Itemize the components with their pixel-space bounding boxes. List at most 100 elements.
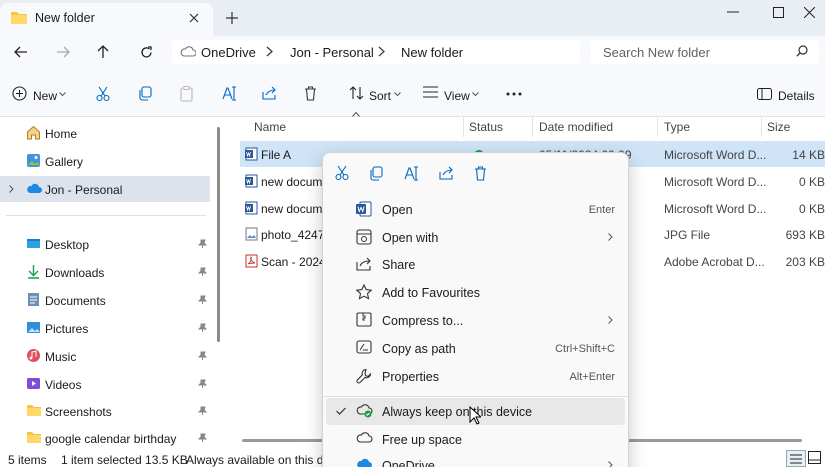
folder-icon bbox=[26, 430, 42, 444]
nav-item-label: Desktop bbox=[45, 238, 90, 252]
nav-item-jon-personal[interactable]: Jon - Personal bbox=[0, 176, 210, 202]
close-icon[interactable] bbox=[186, 10, 202, 26]
nav-item-label: Pictures bbox=[45, 322, 89, 336]
tiles-view-icon[interactable] bbox=[808, 451, 821, 464]
column-type[interactable]: Type bbox=[664, 120, 690, 134]
nav-item-label: Documents bbox=[45, 294, 106, 308]
file-name: photo_42477 bbox=[261, 228, 332, 242]
nav-item-google-calendar-birthday[interactable]: google calendar birthday bbox=[0, 425, 210, 451]
nav-item-label: Jon - Personal bbox=[45, 183, 123, 197]
file-name: new docume bbox=[261, 202, 330, 216]
nav-item-screenshots[interactable]: Screenshots bbox=[0, 398, 210, 424]
new-button[interactable]: New bbox=[33, 89, 57, 103]
tab-new-folder[interactable] bbox=[0, 3, 213, 36]
pin-icon[interactable] bbox=[198, 323, 207, 332]
rename-icon[interactable] bbox=[400, 164, 422, 182]
more-options-icon[interactable] bbox=[506, 92, 522, 96]
pin-icon[interactable] bbox=[198, 379, 207, 388]
sort-button[interactable]: Sort bbox=[369, 89, 391, 103]
menu-item-properties[interactable]: Properties Alt+Enter bbox=[326, 363, 625, 390]
close-icon[interactable] bbox=[797, 2, 821, 22]
cut-icon[interactable] bbox=[96, 86, 110, 102]
nav-item-pictures[interactable]: Pictures bbox=[0, 315, 210, 341]
menu-item-share[interactable]: Share bbox=[326, 251, 625, 278]
share-icon bbox=[356, 256, 372, 271]
column-date-modified[interactable]: Date modified bbox=[539, 120, 613, 134]
share-icon[interactable] bbox=[435, 164, 457, 182]
details-button[interactable]: Details bbox=[778, 89, 815, 103]
nav-item-downloads[interactable]: Downloads bbox=[0, 259, 210, 285]
nav-item-desktop[interactable]: Desktop bbox=[0, 231, 210, 257]
delete-icon[interactable] bbox=[304, 86, 317, 101]
share-icon[interactable] bbox=[262, 86, 277, 100]
breadcrumb-onedrive[interactable]: OneDrive bbox=[201, 45, 256, 60]
rename-icon[interactable] bbox=[221, 86, 237, 101]
column-divider[interactable] bbox=[761, 117, 762, 137]
pin-icon[interactable] bbox=[198, 433, 207, 442]
menu-item-open[interactable]: Open Enter bbox=[326, 196, 625, 223]
breadcrumb-new-folder[interactable]: New folder bbox=[401, 45, 463, 60]
file-size: 14 KB bbox=[792, 148, 825, 162]
videos-icon bbox=[26, 376, 41, 391]
copy-icon[interactable] bbox=[138, 86, 152, 101]
copy-path-icon bbox=[356, 340, 372, 354]
maximize-icon[interactable] bbox=[758, 2, 798, 22]
cloud-sync-icon bbox=[356, 403, 373, 418]
back-icon[interactable] bbox=[9, 40, 33, 64]
nav-item-music[interactable]: Music bbox=[0, 343, 210, 369]
column-size[interactable]: Size bbox=[767, 120, 790, 134]
pin-icon[interactable] bbox=[198, 239, 207, 248]
column-name[interactable]: Name bbox=[254, 120, 286, 134]
chevron-right-icon[interactable] bbox=[266, 46, 273, 57]
menu-item-copy-as-path[interactable]: Copy as path Ctrl+Shift+C bbox=[326, 335, 625, 362]
properties-icon bbox=[356, 368, 372, 384]
nav-item-videos[interactable]: Videos bbox=[0, 371, 210, 397]
minimize-icon[interactable] bbox=[713, 2, 753, 22]
menu-item-open-with[interactable]: Open with bbox=[326, 224, 625, 251]
refresh-icon[interactable] bbox=[134, 40, 158, 64]
nav-item-home[interactable]: Home bbox=[0, 120, 210, 146]
word-file-icon bbox=[245, 147, 258, 161]
chevron-right-icon[interactable] bbox=[9, 185, 14, 193]
view-button[interactable]: View bbox=[444, 89, 470, 103]
documents-icon bbox=[26, 292, 41, 307]
pin-icon[interactable] bbox=[198, 295, 207, 304]
forward-icon[interactable] bbox=[51, 40, 75, 64]
copy-icon[interactable] bbox=[365, 164, 387, 182]
menu-item-onedrive[interactable]: OneDrive bbox=[326, 452, 625, 467]
menu-item-free-up-space[interactable]: Free up space bbox=[326, 426, 625, 453]
divider bbox=[6, 215, 206, 216]
zip-icon bbox=[356, 312, 372, 327]
word-file-icon bbox=[245, 174, 258, 188]
new-icon[interactable] bbox=[12, 86, 27, 101]
details-pane-icon[interactable] bbox=[757, 88, 772, 100]
checkmark-icon bbox=[336, 407, 346, 415]
view-icon[interactable] bbox=[423, 86, 438, 98]
cut-icon[interactable] bbox=[331, 164, 353, 182]
nav-item-gallery[interactable]: Gallery bbox=[0, 148, 210, 174]
menu-item-add-to-favourites[interactable]: Add to Favourites bbox=[326, 279, 625, 306]
nav-item-documents[interactable]: Documents bbox=[0, 287, 210, 313]
details-view-icon[interactable] bbox=[786, 450, 806, 467]
pin-icon[interactable] bbox=[198, 406, 207, 415]
pin-icon[interactable] bbox=[198, 267, 207, 276]
paste-icon[interactable] bbox=[180, 86, 193, 102]
search-icon[interactable] bbox=[796, 45, 808, 57]
column-divider[interactable] bbox=[657, 117, 658, 137]
plus-icon[interactable] bbox=[224, 10, 240, 26]
up-icon[interactable] bbox=[91, 40, 115, 64]
delete-icon[interactable] bbox=[469, 164, 491, 182]
pin-icon[interactable] bbox=[198, 351, 207, 360]
breadcrumb-jon-personal[interactable]: Jon - Personal bbox=[290, 45, 374, 60]
column-divider[interactable] bbox=[463, 117, 464, 137]
file-name: File A bbox=[261, 148, 292, 162]
sort-icon[interactable] bbox=[349, 86, 364, 100]
column-status[interactable]: Status bbox=[469, 120, 503, 134]
file-type: Adobe Acrobat D... bbox=[664, 255, 765, 269]
chevron-right-icon[interactable] bbox=[378, 46, 385, 57]
tab-title: New folder bbox=[35, 11, 95, 25]
menu-item-compress-to[interactable]: Compress to... bbox=[326, 307, 625, 334]
column-divider[interactable] bbox=[532, 117, 533, 137]
nav-scrollbar[interactable] bbox=[217, 127, 220, 342]
pictures-icon bbox=[26, 320, 41, 335]
